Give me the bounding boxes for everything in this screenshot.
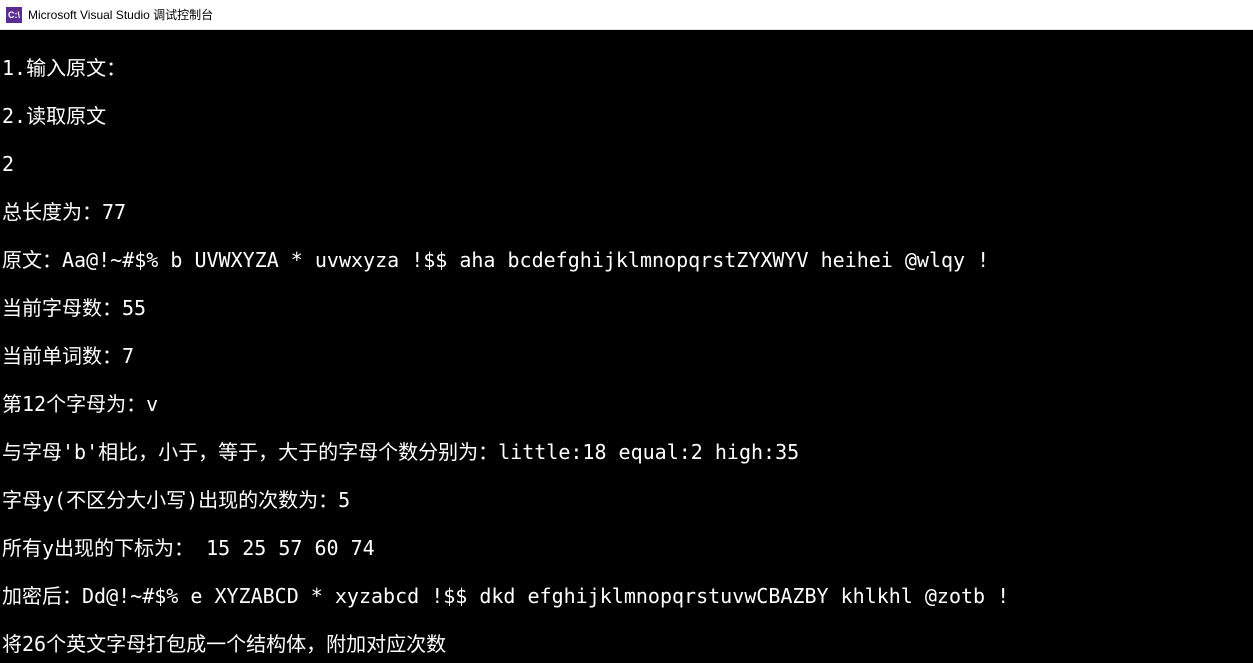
console-line: 字母y(不区分大小写)出现的次数为：5 [2,488,1251,512]
app-icon: C:\ [6,7,22,23]
console-line: 将26个英文字母打包成一个结构体，附加对应次数 [2,632,1251,656]
console-line: 与字母'b'相比，小于，等于，大于的字母个数分别为：little:18 equa… [2,440,1251,464]
console-line: 当前单词数：7 [2,344,1251,368]
console-line: 第12个字母为：v [2,392,1251,416]
console-line: 2.读取原文 [2,104,1251,128]
console-output[interactable]: 1.输入原文： 2.读取原文 2 总长度为：77 原文：Aa@!~#$% b U… [0,30,1253,663]
console-line: 当前字母数：55 [2,296,1251,320]
console-line: 2 [2,152,1251,176]
console-line: 原文：Aa@!~#$% b UVWXYZA * uvwxyza !$$ aha … [2,248,1251,272]
window-titlebar[interactable]: C:\ Microsoft Visual Studio 调试控制台 [0,0,1253,30]
console-line: 1.输入原文： [2,56,1251,80]
console-line: 加密后：Dd@!~#$% e XYZABCD * xyzabcd !$$ dkd… [2,584,1251,608]
window-title: Microsoft Visual Studio 调试控制台 [28,6,213,23]
console-line: 所有y出现的下标为： 15 25 57 60 74 [2,536,1251,560]
console-line: 总长度为：77 [2,200,1251,224]
